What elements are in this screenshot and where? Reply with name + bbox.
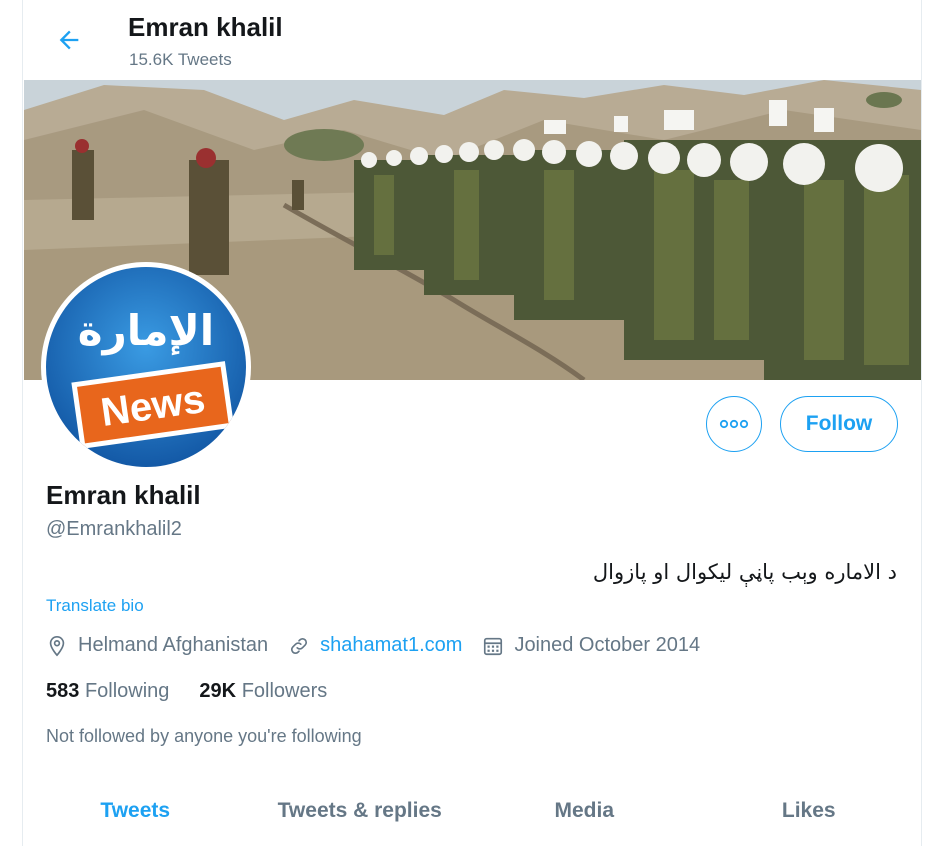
profile-meta: Helmand Afghanistan shahamat1.com Joined… (46, 634, 720, 657)
tab-likes[interactable]: Likes (697, 780, 922, 846)
tab-media[interactable]: Media (472, 780, 697, 846)
tab-tweets[interactable]: Tweets (23, 780, 248, 846)
profile-name: Emran khalil (46, 480, 201, 510)
profile-tabs: Tweets Tweets & replies Media Likes (23, 780, 921, 846)
header-title: Emran khalil (128, 12, 283, 42)
more-options-button[interactable] (706, 396, 762, 452)
tab-tweets-replies[interactable]: Tweets & replies (248, 780, 473, 846)
follow-stats: 583 Following 29K Followers (46, 680, 357, 703)
top-header: Emran khalil 15.6K Tweets (23, 0, 921, 80)
website-link[interactable]: shahamat1.com (320, 634, 462, 657)
following-label: Following (84, 680, 170, 702)
not-followed-note: Not followed by anyone you're following (46, 726, 362, 746)
location-item: Helmand Afghanistan (46, 634, 268, 657)
translate-bio-link[interactable]: Translate bio (46, 596, 144, 616)
joined-item: Joined October 2014 (482, 634, 700, 657)
profile-avatar[interactable]: الإمارة News (41, 262, 251, 472)
profile-column: Emran khalil 15.6K Tweets الإمارة News F… (22, 0, 922, 846)
profile-bio: د الاماره وېب پاڼې لیکوال او پازوال (592, 560, 897, 584)
followers-count: 29K (199, 680, 237, 702)
followers-label: Followers (241, 680, 328, 702)
back-button[interactable] (49, 20, 89, 60)
joined-text: Joined October 2014 (514, 634, 701, 656)
arrow-left-icon (59, 30, 79, 50)
news-logo-image: الإمارة News (46, 267, 246, 467)
link-icon (291, 637, 308, 654)
following-count: 583 (46, 680, 80, 702)
location-text: Helmand Afghanistan (78, 634, 269, 656)
following-stat[interactable]: 583 Following (46, 680, 169, 703)
avatar-arabic-text: الإمارة (78, 306, 214, 355)
profile-handle: @Emrankhalil2 (46, 518, 182, 540)
tweet-count: 15.6K Tweets (129, 50, 232, 69)
more-dots-icon (719, 419, 749, 429)
website-item[interactable]: shahamat1.com (288, 634, 462, 657)
follow-button[interactable]: Follow (780, 396, 898, 452)
location-pin-icon (49, 635, 65, 656)
followers-stat[interactable]: 29K Followers (199, 680, 327, 703)
calendar-icon (484, 637, 503, 655)
